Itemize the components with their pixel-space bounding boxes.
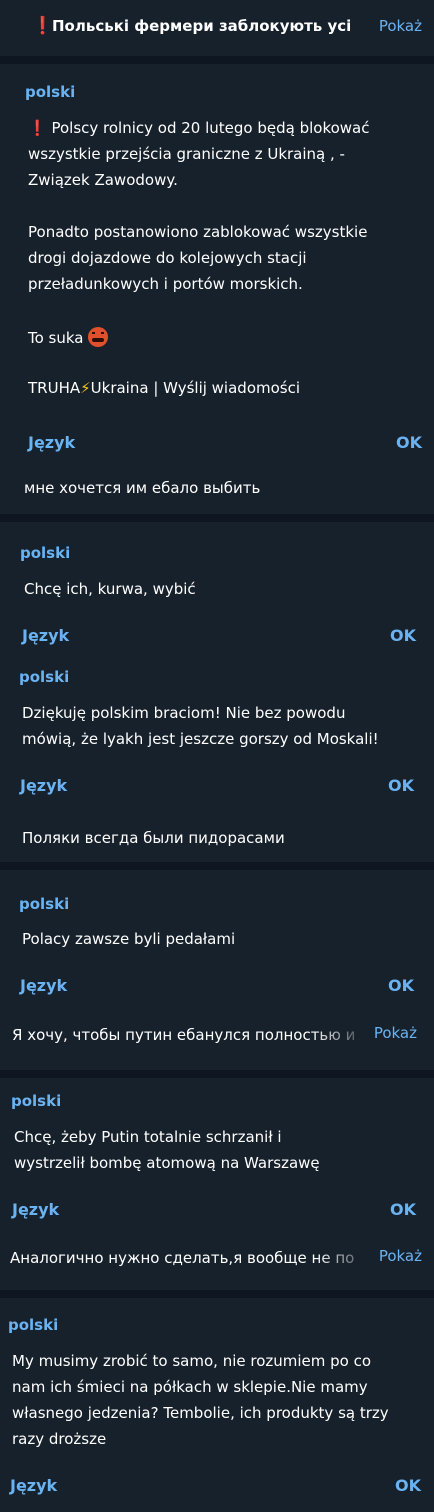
message-text: Chcę ich, kurwa, wybić [24,580,196,598]
ok-button[interactable]: OK [390,626,416,645]
language-button[interactable]: Język [20,776,434,795]
sender-name[interactable]: polski [8,1316,434,1334]
message-paragraph: Ponadto postanowiono zablokować wszystki… [28,223,368,293]
divider [0,514,434,522]
message-block-4: polski Chcę, żeby Putin totalnie schrzan… [0,1078,434,1290]
language-button[interactable]: Język [28,433,434,452]
message-paragraph: TRUHA⚡Ukraina | Wyślij wiadomości [28,375,384,401]
lightning-emoji: ⚡ [80,379,91,397]
message-paragraph: To suka [28,323,384,353]
ok-button[interactable]: OK [390,1200,416,1219]
message-paragraph: ❗ Polscy rolnicy od 20 lutego będą bloko… [28,115,384,193]
red-exclamation-icon: ❗ [32,16,54,36]
message-block-2: polski Chcę ich, kurwa, wybić Język OK p… [0,522,434,862]
sender-name[interactable]: polski [19,668,434,686]
reply-text: мне хочется им ебало выбить [24,479,261,497]
language-button[interactable]: Język [10,1476,434,1495]
red-exclamation-icon: ❗ [28,119,47,137]
message-text: Polacy zawsze byli pedałami [22,930,236,948]
truncated-reply[interactable]: Я хочу, чтобы путин ебанулся полностью и… [12,1022,434,1048]
text-fade [316,1245,376,1271]
message-block-1: polski ❗ Polscy rolnicy od 20 lutego będ… [0,64,434,514]
divider [0,1070,434,1078]
language-button[interactable]: Język [20,976,434,995]
message-block-3: polski Polacy zawsze byli pedałami Język… [0,870,434,1070]
cursing-face-emoji [88,327,109,347]
ok-button[interactable]: OK [396,433,422,452]
truncated-reply[interactable]: Аналогично нужно сделать,я вообще не по … [10,1245,434,1271]
ok-button[interactable]: OK [388,976,414,995]
message-text: Chcę, żeby Putin totalnie schrzanił i wy… [14,1128,320,1172]
paragraph-text: Polscy rolnicy od 20 lutego będą blokowa… [28,119,370,189]
divider [0,862,434,870]
pinned-message-bar[interactable]: ❗ Польські фермери заблокують усі Pokaż [0,0,434,56]
pinned-show-button[interactable]: Pokaż [379,17,422,35]
message-text: ❗ Polscy rolnicy od 20 lutego będą bloko… [28,115,384,401]
message-text: My musimy zrobić to samo, nie rozumiem p… [12,1352,389,1448]
reply-text: Поляки всегда были пидорасами [22,829,285,847]
language-button[interactable]: Język [12,1200,434,1219]
divider [0,1290,434,1298]
channel-link[interactable]: Ukraina | Wyślij wiadomości [91,379,300,397]
channel-name: TRUHA [28,379,81,397]
show-more-button[interactable]: Pokaż [379,1247,422,1265]
message-block-5: polski My musimy zrobić to samo, nie roz… [0,1298,434,1512]
message-text: Dziękuję polskim braciom! Nie bez powodu… [22,704,379,748]
language-button[interactable]: Język [22,626,434,645]
text-fade [312,1022,372,1048]
ok-button[interactable]: OK [388,776,414,795]
divider [0,56,434,64]
show-more-button[interactable]: Pokaż [374,1024,417,1042]
sender-name[interactable]: polski [25,83,434,101]
sender-name[interactable]: polski [19,895,434,913]
sender-name[interactable]: polski [11,1092,434,1110]
sender-name[interactable]: polski [20,544,434,562]
ok-button[interactable]: OK [395,1476,421,1495]
paragraph-text: To suka [28,329,84,347]
reply-text: Аналогично нужно сделать,я вообще не по [10,1249,355,1267]
pinned-text: Польські фермери заблокують усі [52,17,352,35]
